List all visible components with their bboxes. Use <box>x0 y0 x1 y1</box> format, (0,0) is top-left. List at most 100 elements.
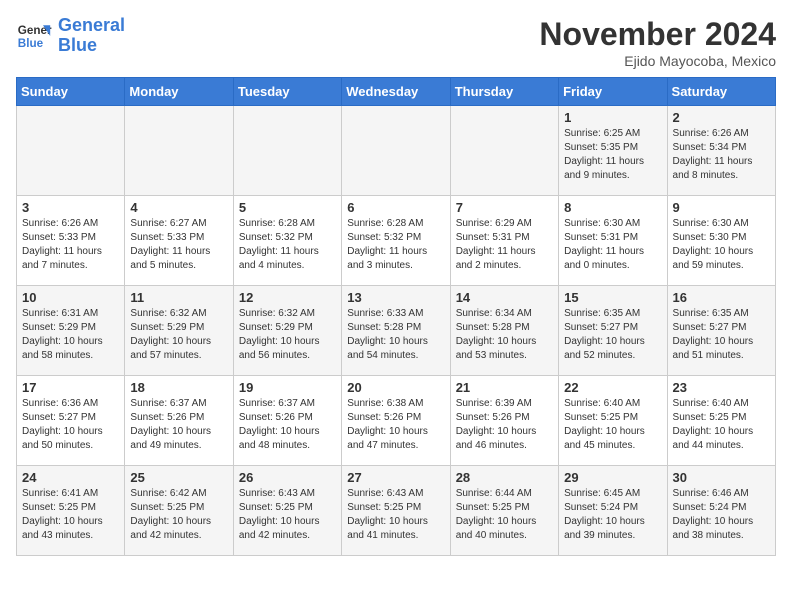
day-number: 5 <box>239 200 336 215</box>
day-number: 24 <box>22 470 119 485</box>
calendar-cell <box>342 106 450 196</box>
page-header: General Blue GeneralBlue November 2024 E… <box>16 16 776 69</box>
calendar-cell: 27 Sunrise: 6:43 AM Sunset: 5:25 PM Dayli… <box>342 466 450 556</box>
day-number: 16 <box>673 290 770 305</box>
calendar-cell: 6 Sunrise: 6:28 AM Sunset: 5:32 PM Daylig… <box>342 196 450 286</box>
day-number: 30 <box>673 470 770 485</box>
day-number: 21 <box>456 380 553 395</box>
logo: General Blue GeneralBlue <box>16 16 125 56</box>
calendar-cell: 30 Sunrise: 6:46 AM Sunset: 5:24 PM Dayli… <box>667 466 775 556</box>
day-info: Sunrise: 6:32 AM Sunset: 5:29 PM Dayligh… <box>130 307 227 363</box>
calendar-cell: 5 Sunrise: 6:28 AM Sunset: 5:32 PM Daylig… <box>233 196 341 286</box>
svg-text:Blue: Blue <box>18 37 44 50</box>
day-info: Sunrise: 6:42 AM Sunset: 5:25 PM Dayligh… <box>130 487 227 543</box>
day-number: 13 <box>347 290 444 305</box>
day-info: Sunrise: 6:40 AM Sunset: 5:25 PM Dayligh… <box>673 397 770 453</box>
calendar-cell: 15 Sunrise: 6:35 AM Sunset: 5:27 PM Dayli… <box>559 286 667 376</box>
day-number: 11 <box>130 290 227 305</box>
day-number: 22 <box>564 380 661 395</box>
calendar-cell: 29 Sunrise: 6:45 AM Sunset: 5:24 PM Dayli… <box>559 466 667 556</box>
header-tuesday: Tuesday <box>233 78 341 106</box>
calendar-cell: 22 Sunrise: 6:40 AM Sunset: 5:25 PM Dayli… <box>559 376 667 466</box>
day-number: 20 <box>347 380 444 395</box>
day-number: 7 <box>456 200 553 215</box>
day-info: Sunrise: 6:44 AM Sunset: 5:25 PM Dayligh… <box>456 487 553 543</box>
calendar-cell: 2 Sunrise: 6:26 AM Sunset: 5:34 PM Daylig… <box>667 106 775 196</box>
day-info: Sunrise: 6:41 AM Sunset: 5:25 PM Dayligh… <box>22 487 119 543</box>
header-thursday: Thursday <box>450 78 558 106</box>
calendar-cell: 18Sunrise: 6:37 AM Sunset: 5:26 PM Dayli… <box>125 376 233 466</box>
day-info: Sunrise: 6:37 AM Sunset: 5:26 PM Dayligh… <box>239 397 336 453</box>
day-number: 29 <box>564 470 661 485</box>
header-wednesday: Wednesday <box>342 78 450 106</box>
calendar-cell: 3 Sunrise: 6:26 AM Sunset: 5:33 PM Daylig… <box>17 196 125 286</box>
day-info: Sunrise: 6:35 AM Sunset: 5:27 PM Dayligh… <box>564 307 661 363</box>
month-title: November 2024 <box>539 16 776 53</box>
calendar-cell: 25Sunrise: 6:42 AM Sunset: 5:25 PM Dayli… <box>125 466 233 556</box>
calendar-cell <box>450 106 558 196</box>
header-sunday: Sunday <box>17 78 125 106</box>
day-info: Sunrise: 6:34 AM Sunset: 5:28 PM Dayligh… <box>456 307 553 363</box>
calendar-cell: 1Sunrise: 6:25 AM Sunset: 5:35 PM Daylig… <box>559 106 667 196</box>
day-info: Sunrise: 6:43 AM Sunset: 5:25 PM Dayligh… <box>347 487 444 543</box>
day-info: Sunrise: 6:28 AM Sunset: 5:32 PM Dayligh… <box>347 217 444 273</box>
day-info: Sunrise: 6:30 AM Sunset: 5:31 PM Dayligh… <box>564 217 661 273</box>
day-info: Sunrise: 6:43 AM Sunset: 5:25 PM Dayligh… <box>239 487 336 543</box>
calendar-cell <box>17 106 125 196</box>
calendar-cell: 19 Sunrise: 6:37 AM Sunset: 5:26 PM Dayli… <box>233 376 341 466</box>
calendar-cell: 21 Sunrise: 6:39 AM Sunset: 5:26 PM Dayli… <box>450 376 558 466</box>
day-number: 12 <box>239 290 336 305</box>
calendar-cell: 17Sunrise: 6:36 AM Sunset: 5:27 PM Dayli… <box>17 376 125 466</box>
day-info: Sunrise: 6:35 AM Sunset: 5:27 PM Dayligh… <box>673 307 770 363</box>
calendar-cell: 24 Sunrise: 6:41 AM Sunset: 5:25 PM Dayli… <box>17 466 125 556</box>
day-info: Sunrise: 6:25 AM Sunset: 5:35 PM Dayligh… <box>564 127 661 183</box>
day-number: 9 <box>673 200 770 215</box>
day-info: Sunrise: 6:40 AM Sunset: 5:25 PM Dayligh… <box>564 397 661 453</box>
header-monday: Monday <box>125 78 233 106</box>
day-number: 8 <box>564 200 661 215</box>
calendar-cell: 12Sunrise: 6:32 AM Sunset: 5:29 PM Dayli… <box>233 286 341 376</box>
calendar-cell <box>233 106 341 196</box>
calendar-header-row: SundayMondayTuesdayWednesdayThursdayFrid… <box>17 78 776 106</box>
day-number: 14 <box>456 290 553 305</box>
calendar-cell: 9 Sunrise: 6:30 AM Sunset: 5:30 PM Daylig… <box>667 196 775 286</box>
day-number: 2 <box>673 110 770 125</box>
header-friday: Friday <box>559 78 667 106</box>
calendar-week-1: 1Sunrise: 6:25 AM Sunset: 5:35 PM Daylig… <box>17 106 776 196</box>
calendar-cell: 14 Sunrise: 6:34 AM Sunset: 5:28 PM Dayli… <box>450 286 558 376</box>
day-number: 15 <box>564 290 661 305</box>
calendar-cell: 26 Sunrise: 6:43 AM Sunset: 5:25 PM Dayli… <box>233 466 341 556</box>
calendar-table: SundayMondayTuesdayWednesdayThursdayFrid… <box>16 77 776 556</box>
calendar-week-5: 24 Sunrise: 6:41 AM Sunset: 5:25 PM Dayli… <box>17 466 776 556</box>
day-number: 6 <box>347 200 444 215</box>
location: Ejido Mayocoba, Mexico <box>539 53 776 69</box>
calendar-cell: 28 Sunrise: 6:44 AM Sunset: 5:25 PM Dayli… <box>450 466 558 556</box>
title-block: November 2024 Ejido Mayocoba, Mexico <box>539 16 776 69</box>
calendar-week-4: 17Sunrise: 6:36 AM Sunset: 5:27 PM Dayli… <box>17 376 776 466</box>
day-info: Sunrise: 6:26 AM Sunset: 5:33 PM Dayligh… <box>22 217 119 273</box>
day-info: Sunrise: 6:36 AM Sunset: 5:27 PM Dayligh… <box>22 397 119 453</box>
day-info: Sunrise: 6:26 AM Sunset: 5:34 PM Dayligh… <box>673 127 770 183</box>
calendar-week-3: 10Sunrise: 6:31 AM Sunset: 5:29 PM Dayli… <box>17 286 776 376</box>
day-info: Sunrise: 6:39 AM Sunset: 5:26 PM Dayligh… <box>456 397 553 453</box>
calendar-cell: 8 Sunrise: 6:30 AM Sunset: 5:31 PM Daylig… <box>559 196 667 286</box>
day-info: Sunrise: 6:46 AM Sunset: 5:24 PM Dayligh… <box>673 487 770 543</box>
calendar-cell <box>125 106 233 196</box>
day-info: Sunrise: 6:30 AM Sunset: 5:30 PM Dayligh… <box>673 217 770 273</box>
calendar-cell: 16 Sunrise: 6:35 AM Sunset: 5:27 PM Dayli… <box>667 286 775 376</box>
day-number: 28 <box>456 470 553 485</box>
day-number: 19 <box>239 380 336 395</box>
logo-icon: General Blue <box>16 18 52 54</box>
day-number: 4 <box>130 200 227 215</box>
day-info: Sunrise: 6:37 AM Sunset: 5:26 PM Dayligh… <box>130 397 227 453</box>
day-number: 27 <box>347 470 444 485</box>
day-info: Sunrise: 6:28 AM Sunset: 5:32 PM Dayligh… <box>239 217 336 273</box>
day-info: Sunrise: 6:45 AM Sunset: 5:24 PM Dayligh… <box>564 487 661 543</box>
day-number: 10 <box>22 290 119 305</box>
calendar-cell: 7Sunrise: 6:29 AM Sunset: 5:31 PM Daylig… <box>450 196 558 286</box>
calendar-cell: 20Sunrise: 6:38 AM Sunset: 5:26 PM Dayli… <box>342 376 450 466</box>
day-number: 26 <box>239 470 336 485</box>
day-number: 3 <box>22 200 119 215</box>
calendar-cell: 23Sunrise: 6:40 AM Sunset: 5:25 PM Dayli… <box>667 376 775 466</box>
header-saturday: Saturday <box>667 78 775 106</box>
